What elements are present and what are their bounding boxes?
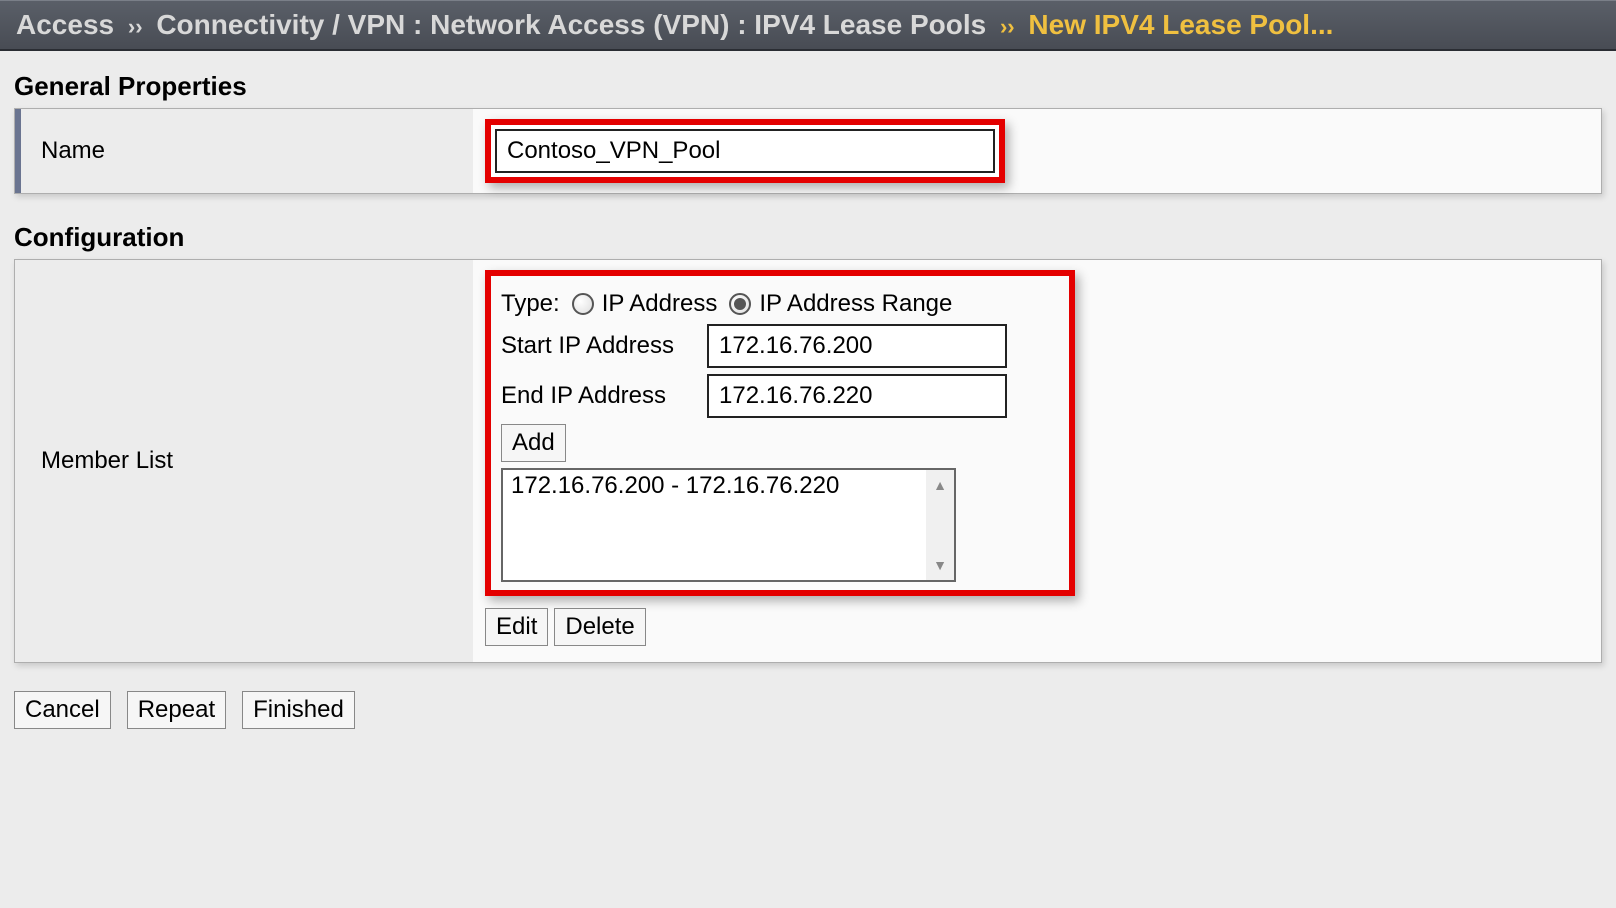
label-name: Name bbox=[15, 109, 473, 193]
name-input[interactable] bbox=[495, 129, 995, 173]
end-ip-input[interactable] bbox=[707, 374, 1007, 418]
breadcrumb: Access ›› Connectivity / VPN : Network A… bbox=[0, 0, 1616, 51]
list-item[interactable]: 172.16.76.200 - 172.16.76.220 bbox=[503, 470, 954, 502]
scroll-down-icon[interactable]: ▼ bbox=[926, 550, 954, 580]
repeat-button[interactable]: Repeat bbox=[127, 691, 226, 729]
label-member-list: Member List bbox=[15, 260, 473, 662]
edit-delete-line: Edit Delete bbox=[485, 608, 1589, 646]
type-label: Type: bbox=[501, 290, 560, 318]
breadcrumb-current: New IPV4 Lease Pool... bbox=[1028, 9, 1333, 40]
general-properties-panel: Name bbox=[14, 108, 1602, 194]
row-member-list: Member List Type: IP Address IP Address … bbox=[15, 260, 1601, 662]
add-line: Add bbox=[501, 424, 1059, 462]
breadcrumb-separator-1: ›› bbox=[122, 14, 149, 39]
breadcrumb-separator-2: ›› bbox=[994, 14, 1021, 39]
finished-button[interactable]: Finished bbox=[242, 691, 355, 729]
start-ip-input[interactable] bbox=[707, 324, 1007, 368]
end-ip-label: End IP Address bbox=[501, 382, 701, 410]
row-name: Name bbox=[15, 109, 1601, 193]
configuration-panel: Member List Type: IP Address IP Address … bbox=[14, 259, 1602, 663]
edit-button[interactable]: Edit bbox=[485, 608, 548, 646]
radio-ip-address[interactable] bbox=[572, 293, 594, 315]
value-member-list: Type: IP Address IP Address Range Start … bbox=[473, 260, 1601, 662]
listbox-scrollbar[interactable]: ▲ ▼ bbox=[926, 470, 954, 580]
footer-buttons: Cancel Repeat Finished bbox=[14, 691, 1602, 729]
section-title-configuration: Configuration bbox=[14, 222, 1602, 253]
breadcrumb-seg-access[interactable]: Access bbox=[16, 9, 114, 40]
add-button[interactable]: Add bbox=[501, 424, 566, 462]
value-name bbox=[473, 109, 1601, 193]
radio-ip-address-range[interactable] bbox=[729, 293, 751, 315]
scroll-up-icon[interactable]: ▲ bbox=[926, 470, 954, 500]
delete-button[interactable]: Delete bbox=[554, 608, 645, 646]
type-line: Type: IP Address IP Address Range bbox=[501, 290, 1059, 318]
cancel-button[interactable]: Cancel bbox=[14, 691, 111, 729]
end-ip-line: End IP Address bbox=[501, 374, 1059, 418]
radio-ip-address-label: IP Address bbox=[602, 290, 718, 318]
radio-ip-address-range-label: IP Address Range bbox=[759, 290, 952, 318]
breadcrumb-seg-pools[interactable]: Connectivity / VPN : Network Access (VPN… bbox=[156, 9, 986, 40]
page-body: General Properties Name Configuration Me… bbox=[0, 51, 1616, 749]
member-listbox[interactable]: 172.16.76.200 - 172.16.76.220 ▲ ▼ bbox=[501, 468, 956, 582]
highlight-config: Type: IP Address IP Address Range Start … bbox=[485, 270, 1075, 596]
section-title-general: General Properties bbox=[14, 71, 1602, 102]
highlight-name bbox=[485, 119, 1005, 183]
start-ip-label: Start IP Address bbox=[501, 332, 701, 360]
start-ip-line: Start IP Address bbox=[501, 324, 1059, 368]
